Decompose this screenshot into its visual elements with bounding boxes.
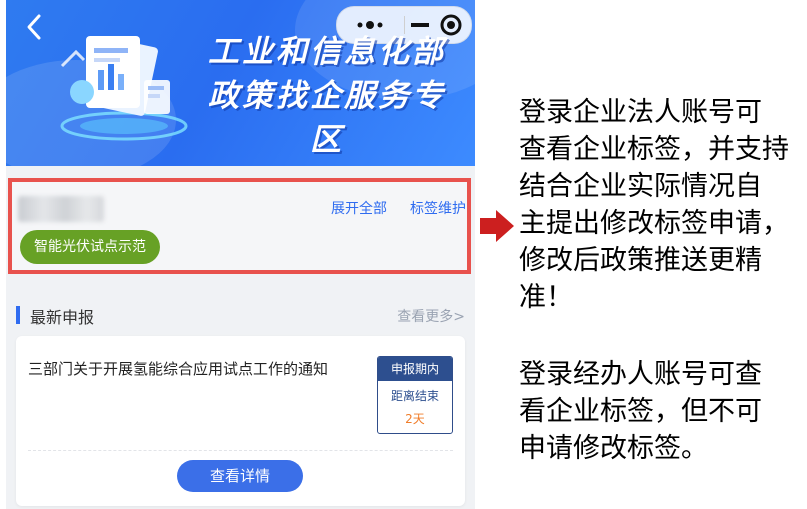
documents-illustration-icon	[60, 36, 188, 141]
view-details-button[interactable]: 查看详情	[177, 460, 303, 492]
countdown-label: 距离结束	[390, 389, 439, 403]
header-banner: 工业和信息化部 政策找企服务专区	[6, 0, 475, 166]
note-line: 准！	[519, 282, 573, 313]
note-line: 查看企业标签，并支持	[519, 134, 789, 165]
note-line: 登录企业法人账号可	[519, 97, 762, 128]
blurred-company-name	[18, 196, 104, 222]
right-arrow-icon	[480, 210, 514, 242]
declaration-card: 三部门关于开展氢能综合应用试点工作的通知 申报期内 距离结束 2天 查看详情	[16, 336, 465, 506]
note-line: 主提出修改标签申请，	[519, 208, 789, 239]
note-line: 修改后政策推送更精	[519, 245, 762, 276]
declaration-title[interactable]: 三部门关于开展氢能综合应用试点工作的通知	[28, 356, 358, 382]
days-left: 2天	[405, 412, 425, 426]
latest-declarations-section: 最新申报 查看更多> 三部门关于开展氢能综合应用试点工作的通知 申报期内 距离结…	[6, 290, 475, 509]
see-more-link[interactable]: 查看更多>	[397, 306, 465, 326]
enterprise-tag-card: 展开全部 标签维护 智能光伏试点示范	[8, 178, 471, 274]
note-line: 看企业标签，但不可	[519, 396, 762, 427]
note-line: 登录经办人账号可查	[519, 359, 762, 390]
note-line: 结合企业实际情况自	[519, 171, 762, 202]
back-arrow-icon[interactable]	[20, 12, 50, 42]
period-label: 申报期内	[378, 357, 452, 381]
section-accent-bar	[16, 306, 20, 324]
banner-title-line2: 政策找企服务专区	[208, 78, 446, 158]
section-title: 最新申报	[30, 308, 95, 327]
note-line: 申请修改标签。	[519, 433, 708, 464]
banner-title-line1: 工业和信息化部	[208, 34, 446, 70]
enterprise-tag: 智能光伏试点示范	[20, 230, 160, 264]
mini-program-screen: 工业和信息化部 政策找企服务专区 展开全部 标签维护 智能光伏试点示范 最新申报…	[6, 0, 475, 509]
dashed-divider	[28, 450, 453, 451]
banner-title: 工业和信息化部 政策找企服务专区	[192, 30, 462, 162]
expand-all-link[interactable]: 展开全部	[331, 198, 387, 218]
declaration-status-box: 申报期内 距离结束 2天	[377, 356, 453, 434]
tag-maintenance-link[interactable]: 标签维护	[410, 198, 466, 218]
